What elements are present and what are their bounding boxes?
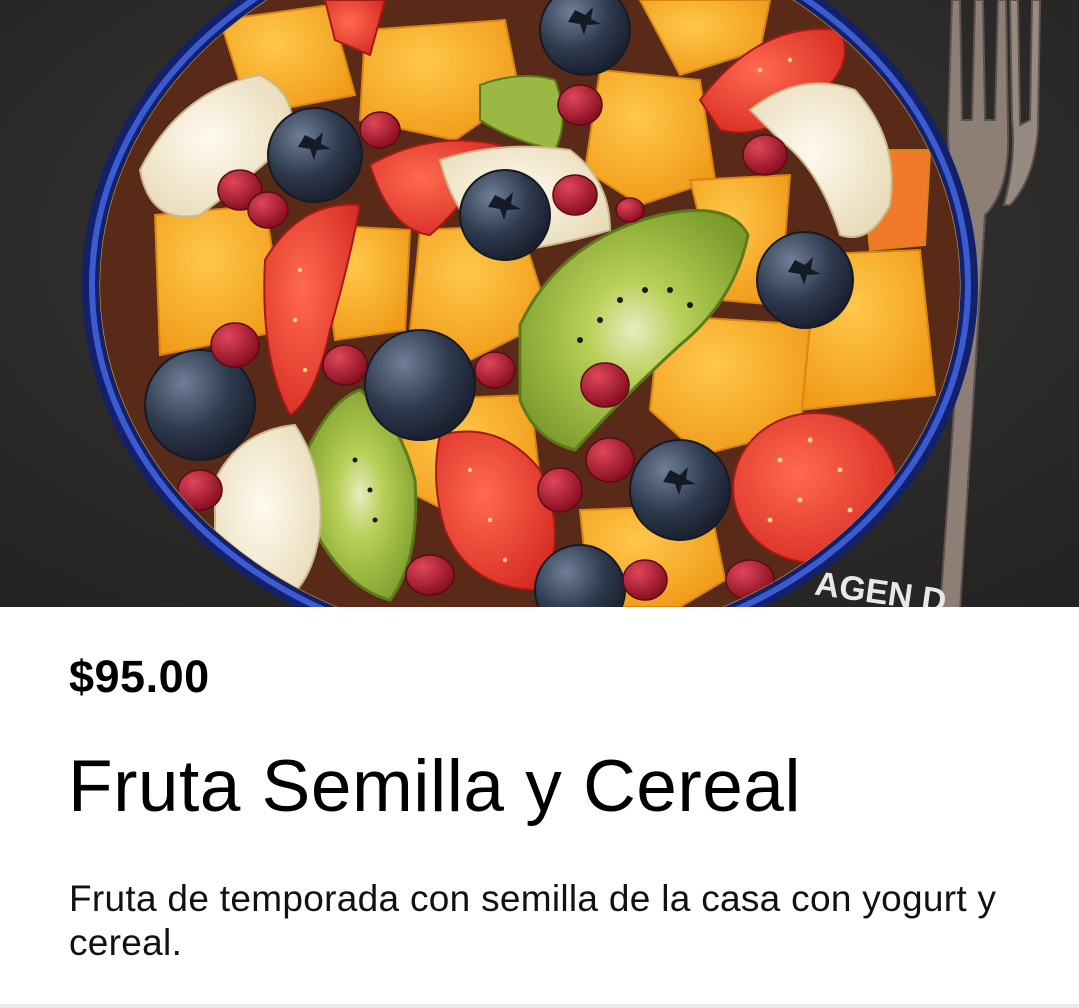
divider — [0, 1004, 1079, 1008]
fruit-bowl-illustration: AGEN D — [0, 0, 1079, 607]
product-image: AGEN D — [0, 0, 1079, 607]
product-title: Fruta Semilla y Cereal — [68, 746, 802, 827]
product-description: Fruta de temporada con semilla de la cas… — [69, 878, 997, 963]
product-price: $95.00 — [69, 651, 210, 702]
fruit-pile — [100, 0, 960, 607]
product-details: $95.00 Fruta Semilla y Cereal Fruta de t… — [0, 607, 1079, 1008]
